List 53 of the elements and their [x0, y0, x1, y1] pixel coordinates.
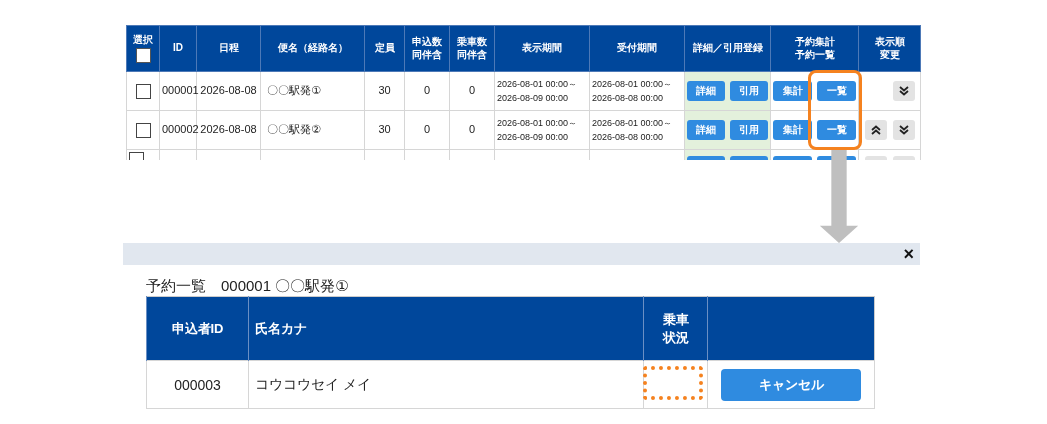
- copy-button[interactable]: 引用: [730, 81, 768, 101]
- double-chevron-up-icon: [871, 125, 881, 135]
- copy-button[interactable]: 引用: [730, 120, 768, 140]
- column-header: 定員: [364, 25, 405, 72]
- column-header: 詳細／引用登録: [684, 25, 771, 72]
- dialog-title: 予約一覧 000001 〇〇駅発①: [146, 276, 350, 296]
- highlight-frame: [643, 366, 703, 400]
- table-cell: 0: [449, 110, 495, 150]
- table-cell: 30: [364, 110, 405, 150]
- double-chevron-down-icon: [899, 86, 909, 96]
- column-header: 日程: [196, 25, 261, 72]
- table-cell: 2026-08-01 00:00～ 2026-08-08 00:00: [589, 71, 685, 111]
- column-header: 申込者ID: [146, 296, 249, 361]
- summary-button[interactable]: 集計: [773, 120, 812, 140]
- column-header: 乗車状況: [643, 296, 708, 361]
- list-button[interactable]: 一覧: [817, 81, 856, 101]
- column-header: 申込数同伴含: [404, 25, 450, 72]
- column-header: 氏名カナ: [248, 296, 644, 361]
- cancel-button[interactable]: キャンセル: [721, 368, 861, 401]
- table-cell: 30: [364, 71, 405, 111]
- detail-button[interactable]: 詳細: [687, 120, 725, 140]
- table-cell: 000003: [146, 360, 249, 409]
- select-all-checkbox[interactable]: [135, 47, 151, 63]
- table-cell: 〇〇駅発①: [260, 71, 365, 111]
- column-header: ID: [159, 25, 197, 72]
- move-down-button[interactable]: [893, 81, 915, 101]
- table-cell: 2026-08-01 00:00～ 2026-08-08 00:00: [589, 110, 685, 150]
- row-checkbox[interactable]: [135, 83, 151, 99]
- table-cell: 000002: [159, 110, 197, 150]
- table-cell: 000001: [159, 71, 197, 111]
- close-button[interactable]: ×: [897, 244, 920, 264]
- table-cell: 2026-08-08: [196, 71, 261, 111]
- column-header: 受付期間: [589, 25, 685, 72]
- column-header: 表示期間: [494, 25, 590, 72]
- row-checkbox[interactable]: [135, 122, 151, 138]
- column-header-label: 選択: [132, 34, 154, 47]
- table-cell: 0: [404, 110, 450, 150]
- column-header: 予約集計予約一覧: [770, 25, 859, 72]
- column-header: 表示順変更: [858, 25, 921, 72]
- table-cell: コウコウセイ メイ: [248, 360, 644, 409]
- move-down-button[interactable]: [893, 120, 915, 140]
- double-chevron-down-icon: [899, 125, 909, 135]
- table-cell: 0: [449, 71, 495, 111]
- detail-button[interactable]: 詳細: [687, 81, 725, 101]
- table-cell: 0: [404, 71, 450, 111]
- summary-button[interactable]: 集計: [773, 81, 812, 101]
- table-cell: 〇〇駅発②: [260, 110, 365, 150]
- table-cell: 2026-08-01 00:00～ 2026-08-09 00:00: [494, 110, 590, 150]
- column-header: 乗車数同伴含: [449, 25, 495, 72]
- column-header: 便名（経路名）: [260, 25, 365, 72]
- move-up-button[interactable]: [865, 120, 887, 140]
- list-button[interactable]: 一覧: [817, 120, 856, 140]
- table-cell: 2026-08-01 00:00～ 2026-08-09 00:00: [494, 71, 590, 111]
